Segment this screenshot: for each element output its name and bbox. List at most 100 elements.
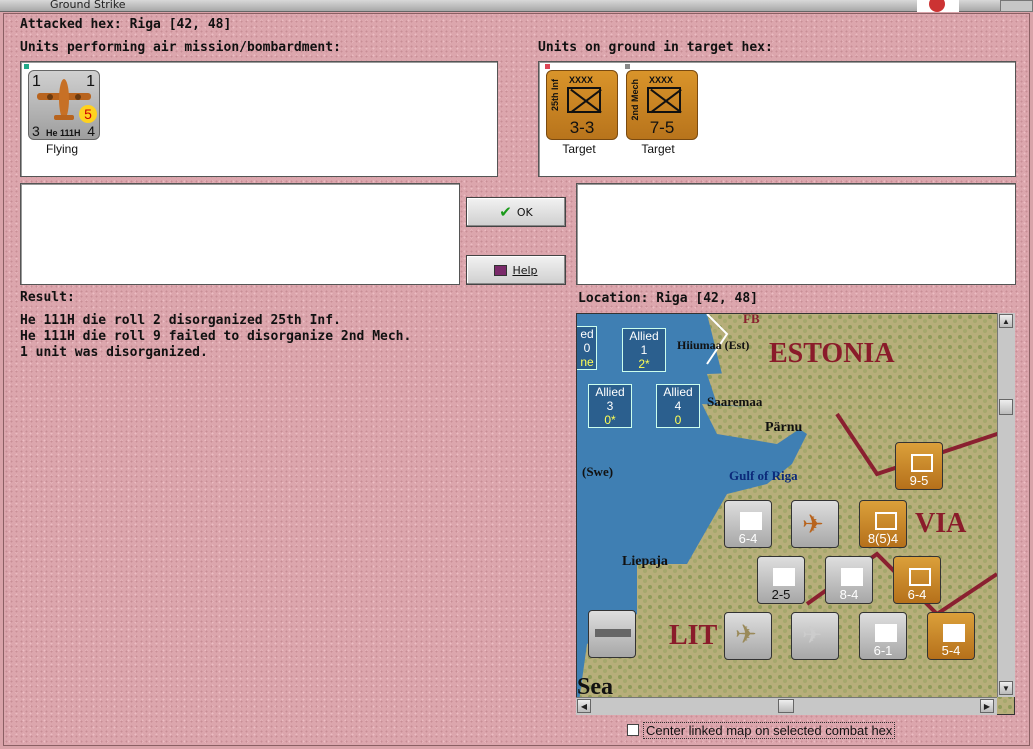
map-counter-infantry[interactable]: 6-4	[724, 500, 772, 548]
map-counter-ship[interactable]	[588, 610, 636, 658]
map-counter-army[interactable]: 9-5	[895, 442, 943, 490]
counter-strength: 5-4	[941, 643, 961, 658]
center-linked-checkbox[interactable]	[627, 724, 639, 736]
counter-strength: 6-4	[907, 587, 927, 602]
help-button[interactable]: Help	[466, 255, 566, 285]
unit-symbol-icon	[875, 512, 897, 530]
counter-strength: 2-5	[771, 587, 791, 602]
map-vertical-scrollbar[interactable]: ▲ ▼	[997, 313, 1015, 697]
map-label-fb: FB	[743, 313, 760, 326]
map-label-lithuania: LIT	[669, 620, 718, 651]
map-counter-unit[interactable]: 2-5	[757, 556, 805, 604]
sea-box-4[interactable]: Allied 4 0	[656, 384, 700, 428]
map-counter-army[interactable]: 5-4	[927, 612, 975, 660]
mech-symbol-icon	[647, 87, 681, 113]
map-label-estonia: ESTONIA	[769, 338, 895, 369]
map-label-parnu: Pärnu	[765, 420, 803, 435]
map-label-saaremaa: Saaremaa	[707, 394, 763, 409]
map-counter-unit[interactable]: 8-4	[825, 556, 873, 604]
unit-symbol-icon	[911, 454, 933, 472]
map-counter-fighter[interactable]: ✈	[791, 612, 839, 660]
sea-box-title: Allied	[629, 329, 659, 343]
plane-icon: ✈	[802, 509, 824, 539]
sea-box-number: 3	[606, 399, 614, 413]
plane-icon: ✈	[735, 619, 757, 649]
result-label: Result:	[20, 290, 75, 305]
attacked-hex-label: Attacked hex: Riga [42, 48]	[20, 17, 232, 32]
counter-strength: 8(5)4	[867, 531, 899, 546]
unit-symbol-icon	[841, 568, 863, 586]
he111h-counter[interactable]: 1 1 5 3 He 111H 4	[28, 70, 100, 140]
vertical-scroll-thumb[interactable]	[999, 399, 1013, 415]
unit-symbol-icon	[943, 624, 965, 642]
unit-size-marker: XXXX	[569, 75, 594, 85]
2nd-mech-counter[interactable]: 2nd Mech XXXX 7-5	[626, 70, 698, 140]
map-label-liepaja: Liepaja	[622, 554, 668, 569]
map-counter-army[interactable]: 6-4	[893, 556, 941, 604]
map-counter-stuka[interactable]: ✈	[724, 612, 772, 660]
title-bar: Ground Strike	[0, 0, 1033, 12]
center-linked-label[interactable]: Center linked map on selected combat hex	[643, 722, 896, 739]
map-counter-unit[interactable]: 6-1	[859, 612, 907, 660]
checkmark-icon: ✔	[499, 203, 512, 221]
sea-box-3[interactable]: Allied 3 0*	[588, 384, 632, 428]
ground-unit-status-2: Target	[641, 142, 675, 156]
attacker-notes-panel	[20, 183, 460, 285]
sea-box-title: Allied	[595, 385, 625, 399]
counter-strength: 6-4	[738, 531, 758, 546]
location-label: Location: Riga [42, 48]	[578, 291, 759, 306]
counter-strength: 8-4	[839, 587, 859, 602]
horizontal-scroll-thumb[interactable]	[778, 699, 794, 713]
unit-strength: 3-3	[569, 118, 595, 137]
result-line: 1 unit was disorganized.	[20, 345, 208, 360]
sea-box-value: 0*	[604, 413, 616, 427]
window-title: Ground Strike	[50, 0, 126, 11]
scroll-down-icon[interactable]: ▼	[999, 681, 1013, 695]
edge-sea-box[interactable]: ed 0 ne	[577, 326, 597, 370]
infantry-symbol-icon	[567, 87, 601, 113]
help-label: Help	[512, 263, 538, 277]
unit-size-marker: XXXX	[649, 75, 674, 85]
plane-icon: ✈	[802, 622, 823, 649]
unit-symbol-icon	[773, 568, 795, 586]
help-book-icon	[494, 264, 508, 276]
map-counter-army[interactable]: 8(5)4	[859, 500, 907, 548]
ground-unit-status-1: Target	[562, 142, 596, 156]
counter-bottom-right: 4	[87, 123, 95, 139]
map-label-gulf-of-riga: Gulf of Riga	[729, 468, 798, 483]
unit-symbol-icon	[740, 512, 762, 530]
map-label-hiiumaa: Hiiumaa (Est)	[677, 338, 750, 352]
scroll-up-icon[interactable]: ▲	[999, 314, 1013, 328]
unit-symbol-icon	[909, 568, 931, 586]
select-marker-2	[625, 64, 630, 69]
counter-unit-name: He 111H	[46, 128, 81, 138]
counter-strength: 6-1	[873, 643, 893, 658]
air-units-label: Units performing air mission/bombardment…	[20, 40, 341, 55]
sea-box-title: Allied	[663, 385, 693, 399]
map-counter-bomber[interactable]: ✈	[791, 500, 839, 548]
unit-symbol-icon	[875, 624, 897, 642]
sea-box-number: 4	[674, 399, 682, 413]
counter-unit-name: 25th Inf	[550, 79, 560, 112]
air-unit-status: Flying	[45, 142, 78, 156]
scroll-left-icon[interactable]: ◀	[577, 699, 591, 713]
25th-inf-counter[interactable]: 25th Inf XXXX 3-3	[546, 70, 618, 140]
map-view[interactable]: FB Hiiumaa (Est) ESTONIA Saaremaa Pärnu …	[576, 313, 1015, 715]
sea-box-1[interactable]: Allied 1 2*	[622, 328, 666, 372]
edge-box-title: ed	[580, 327, 594, 341]
map-label-swe: (Swe)	[582, 464, 614, 479]
map-horizontal-scrollbar[interactable]: ◀ ▶	[576, 697, 997, 715]
ground-units-label: Units on ground in target hex:	[538, 40, 773, 55]
close-window-button[interactable]	[1000, 0, 1033, 12]
scroll-right-icon[interactable]: ▶	[980, 699, 994, 713]
unit-strength: 7-5	[649, 118, 675, 137]
defender-notes-panel	[576, 183, 1016, 285]
sea-box-value: 0	[674, 413, 682, 427]
sea-box-value: 2*	[638, 357, 650, 371]
select-marker-1	[545, 64, 550, 69]
result-line: He 111H die roll 9 failed to disorganize…	[20, 329, 412, 344]
ok-button[interactable]: ✔ OK	[466, 197, 566, 227]
mission-badge: 5	[79, 105, 97, 123]
ship-icon	[595, 629, 631, 637]
map-label-latvia: VIA	[915, 508, 967, 539]
